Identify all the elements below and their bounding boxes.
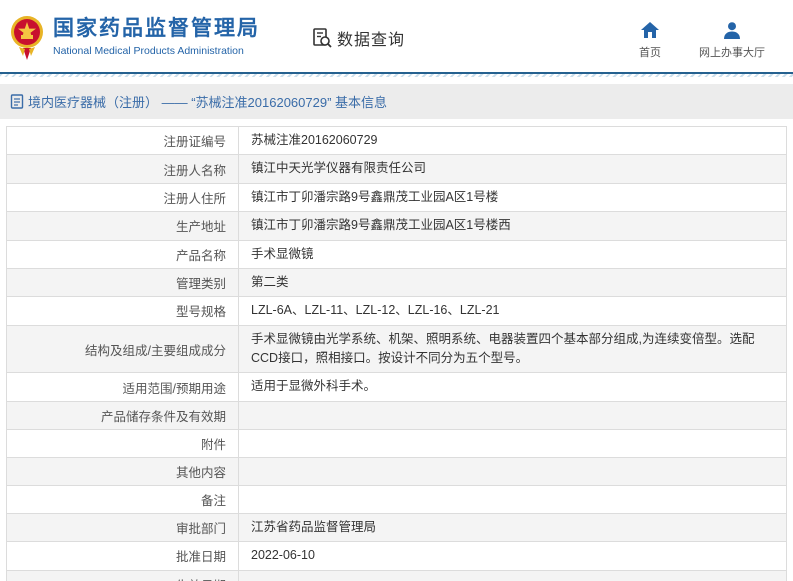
registration-info-table: 注册证编号苏械注准20162060729注册人名称镇江中天光学仪器有限责任公司注…	[6, 126, 787, 581]
table-row: 产品名称手术显微镜	[7, 240, 787, 268]
table-row: 注册人名称镇江中天光学仪器有限责任公司	[7, 155, 787, 183]
row-value	[239, 457, 787, 485]
table-row: 型号规格LZL-6A、LZL-11、LZL-12、LZL-16、LZL-21	[7, 297, 787, 325]
row-value: 手术显微镜由光学系统、机架、照明系统、电器装置四个基本部分组成,为连续变倍型。选…	[239, 325, 787, 373]
row-label: 结构及组成/主要组成成分	[7, 325, 239, 373]
row-label: 适用范围/预期用途	[7, 373, 239, 401]
brand-logo: 国家药品监督管理局 National Medical Products Admi…	[10, 14, 260, 60]
table-row: 其他内容	[7, 457, 787, 485]
row-value	[239, 429, 787, 457]
row-label: 备注	[7, 485, 239, 513]
row-label: 产品名称	[7, 240, 239, 268]
header-nav: 首页 网上办事大厅	[639, 22, 779, 60]
row-label: 批准日期	[7, 542, 239, 570]
org-name: 国家药品监督管理局	[53, 16, 260, 42]
header-divider	[0, 72, 793, 77]
person-icon	[724, 22, 740, 40]
home-icon	[641, 22, 659, 40]
row-value: 苏械注准20162060729	[239, 127, 787, 155]
row-label: 生效日期	[7, 570, 239, 581]
table-row: 生产地址镇江市丁卯潘宗路9号鑫鼎茂工业园A区1号楼西	[7, 212, 787, 240]
row-value: LZL-6A、LZL-11、LZL-12、LZL-16、LZL-21	[239, 297, 787, 325]
row-label: 注册人住所	[7, 183, 239, 211]
row-label: 审批部门	[7, 513, 239, 541]
row-value	[239, 401, 787, 429]
table-row: 适用范围/预期用途适用于显微外科手术。	[7, 373, 787, 401]
national-emblem-icon	[10, 14, 44, 60]
table-row: 注册人住所镇江市丁卯潘宗路9号鑫鼎茂工业园A区1号楼	[7, 183, 787, 211]
breadcrumb: 境内医疗器械（注册） —— “苏械注准20162060729” 基本信息	[28, 92, 387, 111]
document-search-icon	[312, 28, 332, 48]
registration-info-table-body: 注册证编号苏械注准20162060729注册人名称镇江中天光学仪器有限责任公司注…	[7, 127, 787, 581]
data-query-title: 数据查询	[312, 26, 405, 50]
breadcrumb-bar: 境内医疗器械（注册） —— “苏械注准20162060729” 基本信息	[0, 84, 793, 119]
table-row: 批准日期2022-06-10	[7, 542, 787, 570]
row-value: 镇江市丁卯潘宗路9号鑫鼎茂工业园A区1号楼西	[239, 212, 787, 240]
table-row: 产品储存条件及有效期	[7, 401, 787, 429]
table-row: 注册证编号苏械注准20162060729	[7, 127, 787, 155]
row-label: 其他内容	[7, 457, 239, 485]
row-label: 管理类别	[7, 268, 239, 296]
row-label: 产品储存条件及有效期	[7, 401, 239, 429]
nav-home-label: 首页	[639, 44, 661, 60]
row-label: 生产地址	[7, 212, 239, 240]
row-value	[239, 570, 787, 581]
nav-item-service-hall[interactable]: 网上办事大厅	[699, 22, 765, 60]
data-query-label: 数据查询	[337, 26, 405, 50]
row-value: 镇江中天光学仪器有限责任公司	[239, 155, 787, 183]
org-name-english: National Medical Products Administration	[53, 45, 260, 57]
page-doc-icon	[10, 94, 24, 109]
row-label: 注册人名称	[7, 155, 239, 183]
table-row: 结构及组成/主要组成成分手术显微镜由光学系统、机架、照明系统、电器装置四个基本部…	[7, 325, 787, 373]
table-row: 生效日期	[7, 570, 787, 581]
row-label: 型号规格	[7, 297, 239, 325]
page-header: 国家药品监督管理局 National Medical Products Admi…	[0, 0, 793, 72]
table-row: 附件	[7, 429, 787, 457]
row-value: 第二类	[239, 268, 787, 296]
row-value: 适用于显微外科手术。	[239, 373, 787, 401]
nav-service-hall-label: 网上办事大厅	[699, 44, 765, 60]
table-row: 审批部门江苏省药品监督管理局	[7, 513, 787, 541]
row-value: 江苏省药品监督管理局	[239, 513, 787, 541]
row-label: 注册证编号	[7, 127, 239, 155]
row-value: 镇江市丁卯潘宗路9号鑫鼎茂工业园A区1号楼	[239, 183, 787, 211]
row-value	[239, 485, 787, 513]
row-label: 附件	[7, 429, 239, 457]
table-row: 管理类别第二类	[7, 268, 787, 296]
row-value: 2022-06-10	[239, 542, 787, 570]
table-row: 备注	[7, 485, 787, 513]
nav-item-home[interactable]: 首页	[639, 22, 661, 60]
row-value: 手术显微镜	[239, 240, 787, 268]
